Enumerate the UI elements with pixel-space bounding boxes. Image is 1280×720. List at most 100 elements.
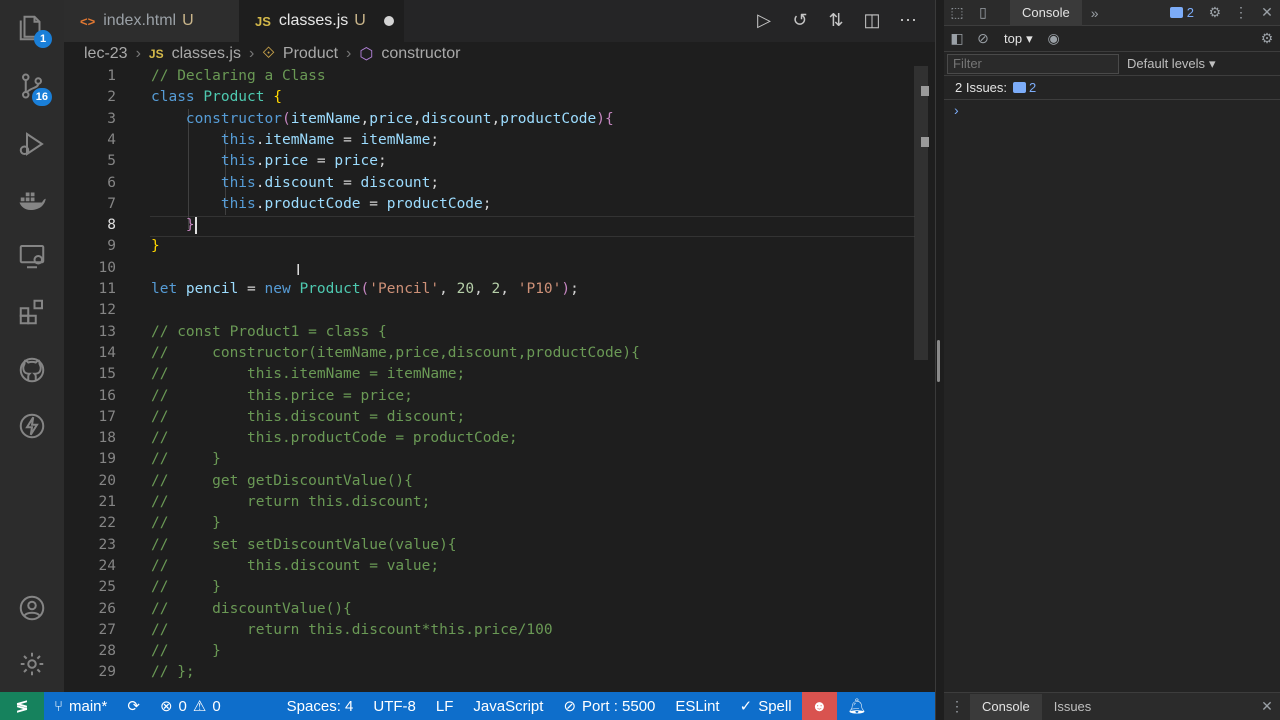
source-control-icon[interactable]: 16 <box>16 70 52 106</box>
code-line[interactable]: 14 // constructor(itemName,price,discount… <box>64 343 915 364</box>
breadcrumb-method[interactable]: constructor <box>381 45 460 63</box>
inspect-element-icon[interactable]: ⬚ <box>944 0 970 26</box>
line-text: constructor(itemName,price,discount,prod… <box>151 109 614 130</box>
lightning-icon[interactable] <box>16 410 48 442</box>
code-line[interactable]: 28 // } <box>64 641 915 662</box>
encoding-button[interactable]: UTF-8 <box>363 692 426 720</box>
drawer-tab-issues[interactable]: Issues <box>1042 694 1104 720</box>
chevron-right-icon: › <box>135 45 141 62</box>
code-line[interactable]: 21 // return this.discount; <box>64 492 915 513</box>
error-count: 0 <box>178 697 187 715</box>
breadcrumb-file[interactable]: classes.js <box>172 45 241 63</box>
breadcrumb-folder[interactable]: lec-23 <box>84 45 128 63</box>
scm-badge: 16 <box>31 88 52 106</box>
code-line[interactable]: 19 // } <box>64 449 915 470</box>
close-icon[interactable]: ✕ <box>1254 0 1280 26</box>
code-line[interactable]: 17 // this.discount = discount; <box>64 407 915 428</box>
line-number: 24 <box>98 557 116 574</box>
notifications-bell-icon[interactable]: 🔔︎ <box>837 692 876 720</box>
code-line[interactable]: 16 // this.price = price; <box>64 386 915 407</box>
remote-indicator-icon[interactable]: ≶ <box>0 692 44 720</box>
code-line[interactable]: 7 this.productCode = productCode; <box>64 194 915 215</box>
compare-changes-icon[interactable]: ⇅ <box>825 8 847 32</box>
run-icon[interactable]: ▷ <box>753 8 775 32</box>
splitter-handle[interactable] <box>937 340 940 382</box>
code-line[interactable]: 27 // return this.discount*this.price/100 <box>64 620 915 641</box>
extensions-icon[interactable] <box>16 296 48 328</box>
console-settings-gear-icon[interactable]: ⚙ <box>1254 26 1280 52</box>
language-mode-button[interactable]: JavaScript <box>463 692 553 720</box>
spell-check-button[interactable]: ✓ Spell <box>730 692 802 720</box>
drawer-menu-icon[interactable]: ⋮ <box>944 694 970 720</box>
device-toolbar-icon[interactable]: ▯ <box>970 0 996 26</box>
git-branch[interactable]: ⑂ main* <box>44 692 117 720</box>
issues-bar[interactable]: 2 Issues: 2 <box>944 76 1280 100</box>
settings-gear-icon[interactable] <box>16 648 48 680</box>
live-expression-eye-icon[interactable]: ◉ <box>1041 26 1067 52</box>
account-icon[interactable] <box>16 592 48 624</box>
code-line[interactable]: 26 // discountValue(){ <box>64 599 915 620</box>
sync-button[interactable]: ⟳ <box>117 692 150 720</box>
code-token: Product <box>203 89 274 106</box>
code-line[interactable]: 12 <box>64 300 915 321</box>
clear-console-icon[interactable]: ⊘ <box>970 26 996 52</box>
eslint-button[interactable]: ESLint <box>665 692 729 720</box>
code-line[interactable]: 24 // this.discount = value; <box>64 556 915 577</box>
code-token: , <box>412 110 422 127</box>
code-line[interactable]: 4 this.itemName = itemName; <box>64 130 915 151</box>
code-line[interactable]: 13 // const Product1 = class { <box>64 322 915 343</box>
split-editor-icon[interactable]: ◫ <box>861 8 883 32</box>
sidebar-toggle-icon[interactable]: ◧ <box>944 26 970 52</box>
code-line[interactable]: 9} <box>64 236 915 257</box>
editor-scrollbar[interactable] <box>914 66 928 360</box>
code-line[interactable]: 18 // this.productCode = productCode; <box>64 428 915 449</box>
live-server-port[interactable]: ⊘ Port : 5500 <box>553 692 665 720</box>
code-line[interactable]: 10 <box>64 258 915 279</box>
devtools-settings-gear-icon[interactable]: ⚙ <box>1202 0 1228 26</box>
console-filter-input[interactable] <box>947 53 1119 74</box>
more-options-icon[interactable]: ⋮ <box>1228 0 1254 26</box>
code-line[interactable]: 25 // } <box>64 577 915 598</box>
drawer-close-icon[interactable]: ✕ <box>1254 694 1280 720</box>
tab-index-html[interactable]: <> index.html U <box>64 0 239 42</box>
eol-button[interactable]: LF <box>426 692 464 720</box>
code-line[interactable]: 3 constructor(itemName,price,discount,pr… <box>64 109 915 130</box>
drawer-tab-console[interactable]: Console <box>970 693 1042 720</box>
remote-explorer-icon[interactable] <box>16 240 48 272</box>
more-actions-icon[interactable]: ⋯ <box>897 8 919 32</box>
console-prompt[interactable]: › <box>954 102 959 118</box>
problems-indicator[interactable]: ⊗ 0 ⚠ 0 <box>150 692 231 720</box>
log-levels-dropdown[interactable]: Default levels ▾ <box>1127 56 1216 72</box>
code-line[interactable]: 2 class Product { <box>64 87 915 108</box>
copilot-icon[interactable]: ☻ <box>801 692 838 720</box>
timeline-icon[interactable]: ↺ <box>789 8 811 32</box>
indentation-button[interactable]: Spaces: 4 <box>277 692 364 720</box>
tab-status: U <box>182 12 194 29</box>
code-line[interactable]: 8 } <box>64 215 915 236</box>
more-tabs-chevron-icon[interactable]: » <box>1082 0 1108 26</box>
code-line[interactable]: 5 this.price = price; <box>64 151 915 172</box>
code-token: // } <box>151 515 221 532</box>
context-selector[interactable]: top ▾ <box>996 31 1041 47</box>
code-line[interactable]: 1 // Declaring a Class <box>64 66 915 87</box>
unsaved-dot-icon[interactable] <box>383 16 394 26</box>
code-line[interactable]: 22 // } <box>64 513 915 534</box>
tab-console[interactable]: Console <box>1010 0 1082 26</box>
issues-counter[interactable]: 2 <box>1162 5 1202 20</box>
code-editor[interactable]: 1// Declaring a Class 2 class Product {3 c… <box>64 66 935 692</box>
run-debug-icon[interactable] <box>16 128 48 160</box>
code-line[interactable]: 29 // }; <box>64 662 915 683</box>
github-icon[interactable] <box>16 354 48 386</box>
docker-icon[interactable] <box>16 184 48 216</box>
code-line[interactable]: 20 // get getDiscountValue(){ <box>64 471 915 492</box>
code-line[interactable]: 23 // set setDiscountValue(value){ <box>64 535 915 556</box>
tab-classes-js[interactable]: JS classes.js U <box>239 0 404 42</box>
code-line[interactable]: 11 let pencil = new Product('Pencil', 20,… <box>64 279 915 300</box>
code-token: this <box>220 195 256 212</box>
explorer-icon[interactable]: 1 <box>16 12 52 48</box>
breadcrumb-class[interactable]: Product <box>283 45 338 63</box>
code-token: productCode <box>264 195 361 212</box>
code-line[interactable]: 15 // this.itemName = itemName; <box>64 364 915 385</box>
code-line[interactable]: 6 this.discount = discount; <box>64 173 915 194</box>
